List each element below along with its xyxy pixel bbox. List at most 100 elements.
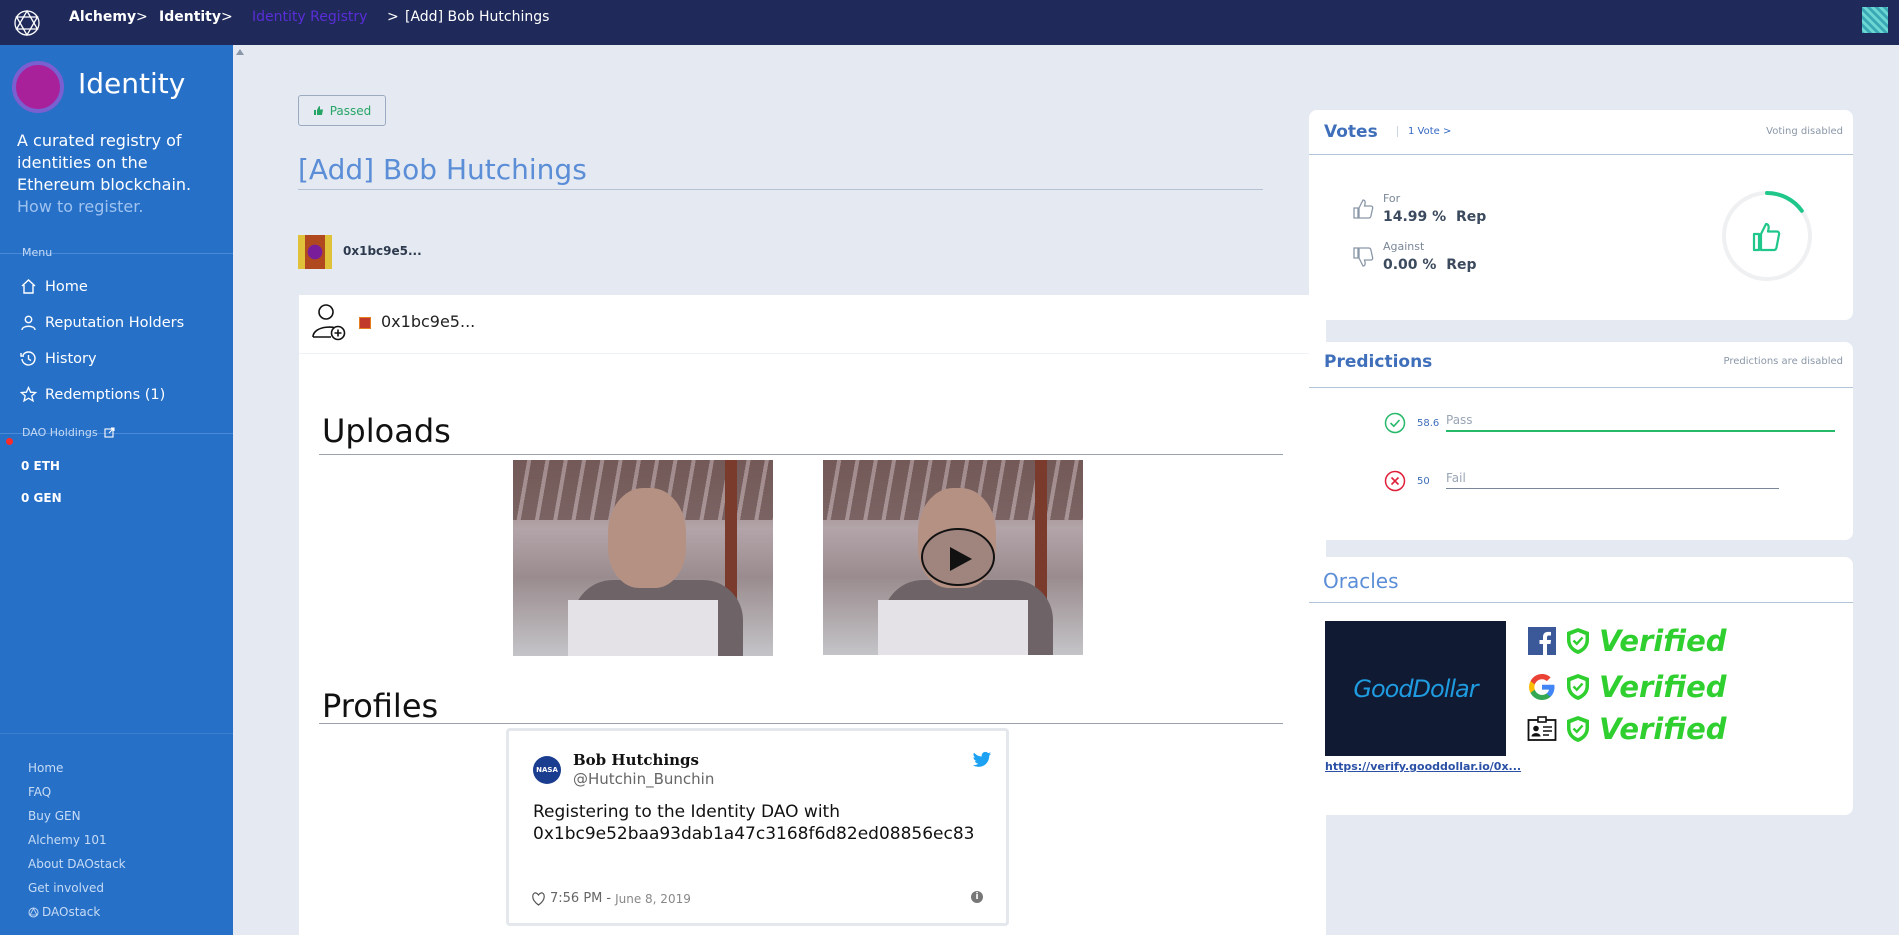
pass-stake-value: 58.6 — [1417, 418, 1440, 429]
dao-name: Identity — [78, 67, 186, 100]
external-link-icon — [103, 427, 115, 438]
tweet-date[interactable]: June 8, 2019 — [615, 892, 691, 906]
thumbs-up-icon — [1353, 199, 1374, 219]
gooddollar-logo-text: GoodDollar — [1353, 674, 1478, 703]
pass-stake-bar — [1446, 430, 1835, 432]
uploads-heading: Uploads — [322, 412, 451, 450]
account-avatar[interactable] — [1862, 7, 1888, 33]
daostack-logo-icon — [28, 907, 39, 917]
sidebar-item-label: Home — [45, 278, 88, 295]
verified-shield-icon — [1567, 716, 1589, 742]
dao-holdings-label: DAO Holdings — [22, 426, 98, 439]
star-icon — [20, 386, 37, 403]
footer-link-label: DAOstack — [42, 905, 101, 919]
divider — [298, 189, 1263, 190]
divider — [1309, 154, 1853, 155]
for-value: 14.99 % Rep — [1383, 209, 1486, 225]
play-button[interactable] — [921, 528, 995, 586]
footer-link-get-involved[interactable]: Get involved — [28, 881, 104, 895]
add-user-icon — [312, 304, 346, 341]
info-icon[interactable]: i — [971, 891, 983, 903]
facebook-icon — [1528, 627, 1556, 655]
predictions-status: Predictions are disabled — [1723, 356, 1843, 367]
verified-label: Verified — [1599, 712, 1727, 746]
pass-label[interactable]: Pass — [1446, 413, 1473, 427]
registrant-address[interactable]: 0x1bc9e5... — [381, 312, 475, 331]
id-card-icon — [1527, 716, 1557, 741]
for-percent: 14.99 % — [1383, 209, 1447, 225]
twitter-profile-embed[interactable]: NASA Bob Hutchings @Hutchin_Bunchin Regi… — [506, 728, 1009, 926]
user-icon — [21, 315, 36, 331]
how-to-register-link[interactable]: How to register. — [17, 197, 143, 216]
tweet-text: Registering to the Identity DAO with 0x1… — [533, 802, 975, 844]
breadcrumb-separator: > — [387, 9, 399, 25]
tweet-time[interactable]: 7:56 PM — [550, 891, 602, 906]
address-avatar — [359, 317, 371, 329]
divider — [319, 454, 1283, 455]
home-icon — [21, 279, 36, 294]
verified-id-row: Verified — [1527, 712, 1727, 746]
holding-eth: 0 ETH — [21, 459, 60, 473]
holding-gen: 0 GEN — [21, 491, 62, 505]
sidebar-item-history[interactable]: History — [20, 350, 97, 367]
divider — [319, 723, 1283, 724]
heart-icon[interactable] — [531, 891, 546, 906]
proposer-avatar[interactable] — [298, 235, 332, 269]
footer-link-buy-gen[interactable]: Buy GEN — [28, 809, 81, 823]
for-label: For — [1383, 192, 1401, 205]
video-thumbnail[interactable] — [823, 460, 1083, 655]
votes-panel: Votes 1 Vote > Voting disabled For 14.99… — [1309, 110, 1853, 320]
main-content: Passed [Add] Bob Hutchings 0x1bc9e5... 0… — [233, 45, 1899, 935]
status-label: Passed — [329, 103, 372, 118]
google-icon — [1529, 674, 1555, 700]
fail-x-icon — [1384, 470, 1406, 492]
footer-link-alchemy-101[interactable]: Alchemy 101 — [28, 833, 107, 847]
proposer-address[interactable]: 0x1bc9e5... — [343, 244, 422, 258]
thumbs-up-icon — [313, 106, 323, 115]
footer-link-home[interactable]: Home — [28, 761, 63, 775]
gooddollar-verify-link[interactable]: https://verify.gooddollar.io/0x... — [1325, 760, 1521, 773]
sidebar-item-label: History — [45, 350, 97, 367]
verified-shield-icon — [1567, 674, 1589, 700]
dao-holdings-header[interactable]: DAO Holdings — [22, 426, 115, 439]
fail-label[interactable]: Fail — [1446, 471, 1466, 485]
top-bar: Alchemy > Identity > Identity Registry >… — [0, 0, 1899, 45]
breadcrumb-separator: > — [221, 9, 233, 25]
pass-check-icon — [1384, 412, 1406, 434]
breadcrumb-alchemy[interactable]: Alchemy — [69, 9, 136, 25]
dao-description: A curated registry of identities on the … — [17, 130, 222, 218]
vote-progress-gauge — [1722, 191, 1812, 281]
proposal-title: [Add] Bob Hutchings — [298, 153, 587, 186]
sidebar-item-home[interactable]: Home — [20, 278, 88, 295]
breadcrumb-separator: > — [136, 9, 148, 25]
history-icon — [20, 351, 36, 366]
predictions-panel: Predictions Predictions are disabled 58.… — [1309, 342, 1853, 540]
twitter-bird-icon[interactable] — [972, 751, 992, 769]
sidebar-item-reputation-holders[interactable]: Reputation Holders — [20, 314, 184, 331]
sidebar-item-redemptions[interactable]: Redemptions (1) — [20, 386, 165, 403]
divider — [0, 733, 233, 734]
breadcrumb-identity[interactable]: Identity — [159, 9, 221, 25]
status-passed-badge: Passed — [298, 95, 386, 126]
profiles-heading: Profiles — [322, 687, 439, 725]
proposal-details-card: 0x1bc9e5... Uploads Profiles NASA Bob Hu… — [299, 295, 1326, 935]
verified-facebook-row: Verified — [1527, 624, 1727, 658]
thumbs-down-icon — [1353, 247, 1374, 267]
footer-link-daostack[interactable]: DAOstack — [28, 905, 100, 919]
vote-count-link[interactable]: 1 Vote > — [1397, 126, 1451, 137]
collapse-caret-icon[interactable] — [236, 49, 244, 55]
verified-label: Verified — [1599, 670, 1727, 704]
tweet-author-name[interactable]: Bob Hutchings — [573, 751, 699, 769]
footer-link-faq[interactable]: FAQ — [28, 785, 51, 799]
verified-google-row: Verified — [1527, 670, 1727, 704]
for-unit: Rep — [1455, 209, 1487, 225]
tweet-author-handle[interactable]: @Hutchin_Bunchin — [573, 770, 714, 788]
notification-dot — [6, 438, 13, 445]
alchemy-logo-icon[interactable] — [12, 8, 42, 38]
selfie-photo[interactable] — [513, 460, 773, 656]
play-icon — [950, 547, 972, 571]
fail-stake-bar — [1446, 488, 1779, 489]
footer-link-about-daostack[interactable]: About DAOstack — [28, 857, 126, 871]
breadcrumb-identity-registry[interactable]: Identity Registry — [252, 9, 367, 25]
divider — [1309, 387, 1853, 388]
